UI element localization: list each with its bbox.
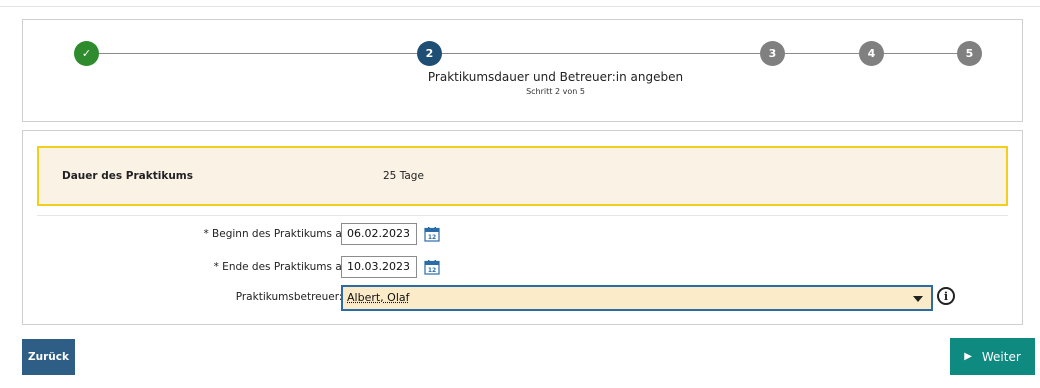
- duration-label: Dauer des Praktikums: [62, 170, 193, 182]
- calendar-icon[interactable]: 12: [424, 259, 440, 275]
- step-title-text: Praktikumsdauer und Betreuer:in angeben: [427, 70, 684, 84]
- svg-text:12: 12: [428, 234, 436, 241]
- info-icon[interactable]: i: [937, 287, 955, 305]
- supervisor-label: Praktikumsbetreuer:in: [235, 291, 352, 303]
- form-panel: Dauer des Praktikums 25 Tage * Beginn de…: [22, 130, 1023, 325]
- step-connector: [442, 53, 760, 54]
- svg-text:12: 12: [428, 267, 436, 274]
- chevron-down-icon[interactable]: [913, 296, 923, 302]
- step-2-active: 2: [417, 41, 442, 66]
- end-date-input[interactable]: 10.03.2023: [341, 256, 417, 278]
- step-4: 4: [859, 41, 884, 66]
- step-5: 5: [957, 41, 982, 66]
- step-subtitle-text: Schritt 2 von 5: [526, 87, 585, 96]
- step-title: Praktikumsdauer und Betreuer:in angeben: [23, 70, 1022, 84]
- divider: [37, 215, 1008, 216]
- supervisor-select[interactable]: Albert, Olaf: [341, 285, 933, 311]
- back-button[interactable]: Zurück: [22, 339, 75, 375]
- step-subtitle: Schritt 2 von 5: [23, 87, 1022, 96]
- top-divider: [0, 6, 1040, 7]
- step-connector: [884, 53, 957, 54]
- end-date-label: * Ende des Praktikums am: [213, 261, 352, 273]
- step-connector: [99, 53, 417, 54]
- duration-summary: Dauer des Praktikums 25 Tage: [37, 146, 1008, 206]
- next-button[interactable]: ▶ Weiter: [950, 338, 1035, 375]
- step-3: 3: [760, 41, 785, 66]
- chevron-right-icon: ▶: [964, 351, 972, 362]
- start-date-input[interactable]: 06.02.2023: [341, 223, 417, 245]
- step-1-done-check-icon[interactable]: ✓: [74, 41, 99, 66]
- duration-value: 25 Tage: [383, 170, 424, 182]
- stepper-panel: ✓ 2 3 4 5 Praktikumsdauer und Betreuer:i…: [22, 19, 1023, 122]
- calendar-icon[interactable]: 12: [424, 226, 440, 242]
- start-date-label: * Beginn des Praktikums am: [203, 228, 352, 240]
- supervisor-selected-value: Albert, Olaf: [347, 291, 410, 304]
- step-connector: [785, 53, 859, 54]
- next-button-label: Weiter: [981, 349, 1021, 364]
